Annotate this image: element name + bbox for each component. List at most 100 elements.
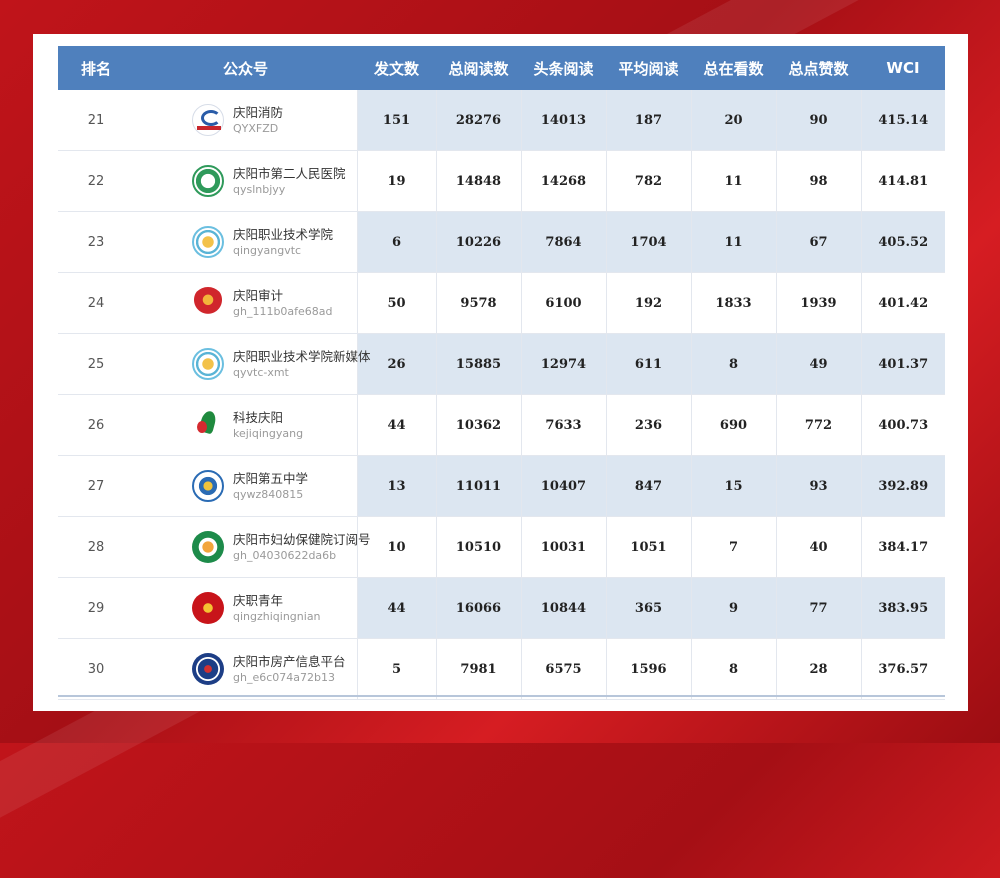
- wci-cell: 392.89: [860, 455, 945, 517]
- college-logo-icon: [192, 226, 224, 258]
- account-id: qyslnbjyy: [233, 183, 286, 196]
- account-name: 庆阳职业技术学院: [233, 227, 334, 242]
- account-cell[interactable]: 庆阳职业技术学院新媒体 qyvtc-xmt: [134, 333, 371, 395]
- total-likes-cell: 40: [775, 516, 861, 578]
- total-reads-cell: 11011: [435, 455, 521, 517]
- avg-reads-cell: 782: [605, 150, 691, 212]
- posts-cell: 151: [356, 90, 436, 151]
- school-logo-icon: [192, 470, 224, 502]
- header-total-reads: 总阅读数: [436, 46, 521, 90]
- headline-reads-cell: 10844: [520, 577, 606, 639]
- total-watching-cell: 8: [690, 333, 776, 395]
- account-cell[interactable]: 庆阳审计 gh_111b0afe68ad: [134, 272, 357, 334]
- account-name: 庆阳审计: [233, 288, 284, 303]
- account-name: 庆职青年: [233, 593, 284, 608]
- wci-cell: 383.95: [860, 577, 945, 639]
- table-row: 27 庆阳第五中学 qywz840815 13 11011 10407 847 15 93 392…: [58, 455, 945, 517]
- total-likes-cell: 93: [775, 455, 861, 517]
- account-cell[interactable]: 庆阳消防 QYXFZD: [134, 90, 357, 151]
- account-name: 庆阳市房产信息平台: [233, 654, 346, 669]
- avg-reads-cell: 611: [605, 333, 691, 395]
- table-header-row: 排名 公众号 发文数 总阅读数 头条阅读 平均阅读 总在看数 总点赞数 WCI: [58, 46, 945, 90]
- posts-cell: 44: [356, 577, 436, 639]
- account-id: gh_04030622da6b: [233, 549, 337, 562]
- posts-cell: 6: [356, 211, 436, 273]
- header-headline-reads: 头条阅读: [521, 46, 606, 90]
- posts-cell: 44: [356, 394, 436, 456]
- youth-logo-icon: [192, 592, 224, 624]
- ranking-card: 排名 公众号 发文数 总阅读数 头条阅读 平均阅读 总在看数 总点赞数 WCI …: [33, 34, 968, 711]
- account-id: gh_111b0afe68ad: [233, 305, 333, 318]
- account-name: 庆阳市妇幼保健院订阅号: [233, 532, 371, 547]
- hospital-logo-icon: [192, 165, 224, 197]
- total-likes-cell: 1939: [775, 272, 861, 334]
- total-reads-cell: 14848: [435, 150, 521, 212]
- table-row: 24 庆阳审计 gh_111b0afe68ad 50 9578 6100 192 1833 19…: [58, 272, 945, 334]
- total-watching-cell: 20: [690, 90, 776, 151]
- account-name: 科技庆阳: [233, 410, 284, 425]
- wci-cell: 400.73: [860, 394, 945, 456]
- headline-reads-cell: 6100: [520, 272, 606, 334]
- total-likes-cell: 77: [775, 577, 861, 639]
- table-row: 22 庆阳市第二人民医院 qyslnbjyy 19 14848 14268 782 11 98 4…: [58, 150, 945, 212]
- rank-cell: 24: [58, 272, 134, 334]
- wci-cell: 401.37: [860, 333, 945, 395]
- college-logo-icon: [192, 348, 224, 380]
- table-row: 23 庆阳职业技术学院 qingyangvtc 6 10226 7864 1704 11 67 4…: [58, 211, 945, 273]
- headline-reads-cell: 7633: [520, 394, 606, 456]
- total-likes-cell: 772: [775, 394, 861, 456]
- rank-cell: 21: [58, 90, 134, 151]
- account-name: 庆阳市第二人民医院: [233, 166, 346, 181]
- header-avg-reads: 平均阅读: [606, 46, 691, 90]
- headline-reads-cell: 10407: [520, 455, 606, 517]
- total-watching-cell: 11: [690, 150, 776, 212]
- audit-logo-icon: [192, 287, 224, 319]
- headline-reads-cell: 14268: [520, 150, 606, 212]
- account-name: 庆阳消防: [233, 105, 284, 120]
- wci-cell: 414.81: [860, 150, 945, 212]
- total-watching-cell: 690: [690, 394, 776, 456]
- fire-dept-logo-icon: [192, 104, 224, 136]
- avg-reads-cell: 187: [605, 90, 691, 151]
- account-id: QYXFZD: [233, 122, 279, 135]
- total-reads-cell: 16066: [435, 577, 521, 639]
- table-row: 21 庆阳消防 QYXFZD 151 28276 14013 187 20 90 415.14: [58, 90, 945, 151]
- table-row: 25 庆阳职业技术学院新媒体 qyvtc-xmt 26 15885 12974 611 8 49…: [58, 333, 945, 395]
- total-likes-cell: 28: [775, 638, 861, 700]
- avg-reads-cell: 192: [605, 272, 691, 334]
- account-id: gh_e6c074a72b13: [233, 671, 335, 684]
- account-cell[interactable]: 庆阳市第二人民医院 qyslnbjyy: [134, 150, 357, 212]
- header-total-watching: 总在看数: [691, 46, 776, 90]
- avg-reads-cell: 847: [605, 455, 691, 517]
- account-cell[interactable]: 庆阳市房产信息平台 gh_e6c074a72b13: [134, 638, 357, 700]
- total-reads-cell: 15885: [435, 333, 521, 395]
- rank-cell: 28: [58, 516, 134, 578]
- header-posts: 发文数: [357, 46, 436, 90]
- rank-cell: 26: [58, 394, 134, 456]
- account-cell[interactable]: 庆阳第五中学 qywz840815: [134, 455, 357, 517]
- rank-cell: 30: [58, 638, 134, 700]
- rank-cell: 25: [58, 333, 134, 395]
- account-name: 庆阳职业技术学院新媒体: [233, 349, 371, 364]
- housing-logo-icon: [192, 653, 224, 685]
- table-row: 30 庆阳市房产信息平台 gh_e6c074a72b13 5 7981 6575 1596 8…: [58, 638, 945, 700]
- total-likes-cell: 98: [775, 150, 861, 212]
- account-cell[interactable]: 庆职青年 qingzhiqingnian: [134, 577, 357, 639]
- account-cell[interactable]: 科技庆阳 kejiqingyang: [134, 394, 357, 456]
- account-cell[interactable]: 庆阳职业技术学院 qingyangvtc: [134, 211, 357, 273]
- header-wci: WCI: [861, 46, 945, 90]
- rank-cell: 22: [58, 150, 134, 212]
- headline-reads-cell: 10031: [520, 516, 606, 578]
- account-id: kejiqingyang: [233, 427, 304, 440]
- avg-reads-cell: 365: [605, 577, 691, 639]
- account-cell[interactable]: 庆阳市妇幼保健院订阅号 gh_04030622da6b: [134, 516, 371, 578]
- account-id: qingyangvtc: [233, 244, 302, 257]
- rank-cell: 23: [58, 211, 134, 273]
- total-reads-cell: 10226: [435, 211, 521, 273]
- headline-reads-cell: 14013: [520, 90, 606, 151]
- table-bottom-border: [58, 695, 945, 697]
- total-watching-cell: 9: [690, 577, 776, 639]
- avg-reads-cell: 1051: [605, 516, 691, 578]
- account-id: qyvtc-xmt: [233, 366, 289, 379]
- account-id: qywz840815: [233, 488, 304, 501]
